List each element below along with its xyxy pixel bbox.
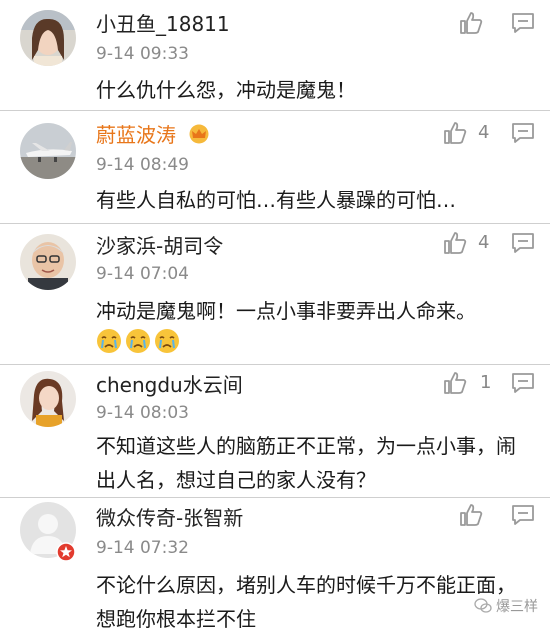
avatar[interactable] [20, 371, 76, 427]
vip-crown-icon [189, 124, 209, 144]
user-name[interactable]: 蔚蓝波涛 [96, 123, 210, 147]
reply-icon[interactable] [511, 232, 535, 254]
watermark-text: 爆三样 [496, 599, 538, 615]
avatar[interactable] [20, 234, 76, 290]
reply-icon[interactable] [511, 504, 535, 526]
verified-badge-icon [56, 542, 76, 562]
comment-list: 小丑鱼_18811 9-14 09:33 什么仇什么怨，冲动是魔鬼！ 蔚蓝波涛 … [0, 0, 550, 632]
user-name[interactable]: chengdu水云间 [96, 373, 243, 397]
wechat-icon [474, 598, 492, 613]
comment-time: 9-14 07:04 [96, 264, 189, 284]
comment-time: 9-14 08:49 [96, 155, 189, 175]
like-count: 4 [478, 232, 490, 253]
comment-text: 有些人自私的可怕…有些人暴躁的可怕… [96, 188, 456, 212]
like-count: 4 [478, 122, 490, 143]
comment-item: 小丑鱼_18811 9-14 09:33 什么仇什么怨，冲动是魔鬼！ [0, 0, 550, 110]
avatar[interactable] [20, 123, 76, 179]
user-name[interactable]: 小丑鱼_18811 [96, 12, 230, 36]
avatar[interactable] [20, 10, 76, 66]
crying-face-icon [126, 329, 150, 353]
crying-face-icon [97, 329, 121, 353]
comment-item: chengdu水云间 9-14 08:03 不知道这些人的脑筋正不正常，为一点小… [0, 365, 550, 497]
like-icon[interactable] [458, 10, 484, 36]
like-count: 1 [480, 372, 492, 393]
like-icon[interactable] [458, 502, 484, 528]
user-name[interactable]: 沙家浜-胡司令 [96, 234, 223, 258]
comment-time: 9-14 07:32 [96, 538, 189, 558]
comment-item: 沙家浜-胡司令 9-14 07:04 冲动是魔鬼啊！一点小事非要弄出人命来。 4 [0, 224, 550, 364]
emoji-row [96, 328, 183, 356]
comment-text: 不知道这些人的脑筋正不正常，为一点小事，闹出人名，想过自己的家人没有？ [96, 434, 516, 492]
comment-text: 什么仇什么怨，冲动是魔鬼！ [96, 78, 356, 102]
comment-time: 9-14 08:03 [96, 403, 189, 423]
comment-time: 9-14 09:33 [96, 44, 189, 64]
comment-item: 蔚蓝波涛 9-14 08:49 有些人自私的可怕…有些人暴躁的可怕… 4 [0, 111, 550, 223]
user-name[interactable]: 微众传奇-张智新 [96, 506, 243, 530]
reply-icon[interactable] [511, 12, 535, 34]
like-icon[interactable] [442, 120, 468, 146]
comment-text: 不论什么原因，堵别人车的时候千万不能正面，想跑你根本拦不住 [96, 573, 516, 631]
reply-icon[interactable] [511, 122, 535, 144]
comment-item: 微众传奇-张智新 9-14 07:32 不论什么原因，堵别人车的时候千万不能正面… [0, 498, 550, 632]
comment-text: 冲动是魔鬼啊！一点小事非要弄出人命来。 [96, 299, 476, 323]
like-icon[interactable] [442, 370, 468, 396]
reply-icon[interactable] [511, 372, 535, 394]
like-icon[interactable] [442, 230, 468, 256]
watermark: 爆三样 [474, 596, 538, 616]
crying-face-icon [155, 329, 179, 353]
